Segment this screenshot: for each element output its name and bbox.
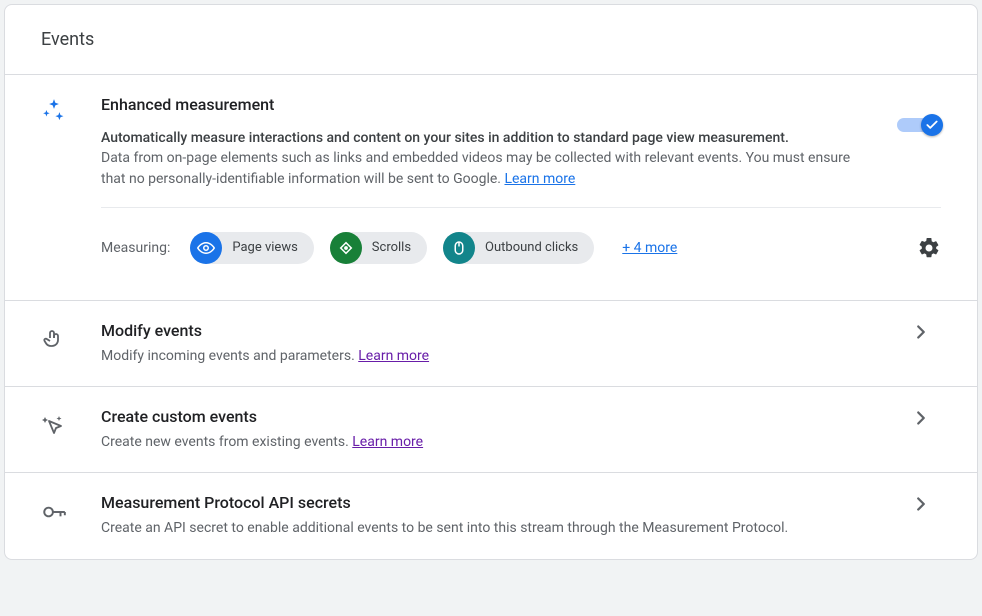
pill-label: Page views — [232, 240, 297, 255]
row-title: Modify events — [101, 321, 901, 340]
touch-icon — [41, 321, 101, 351]
measuring-row: Measuring: Page views Scrolls — [101, 208, 941, 272]
key-icon — [41, 493, 101, 525]
row-desc: Create an API secret to enable additiona… — [101, 518, 901, 538]
enhanced-title: Enhanced measurement — [101, 95, 873, 114]
chevron-right-icon — [901, 493, 941, 515]
settings-button[interactable] — [901, 236, 941, 260]
learn-more-link[interactable]: Learn more — [352, 434, 423, 450]
pill-label: Outbound clicks — [485, 240, 578, 255]
row-title: Measurement Protocol API secrets — [101, 493, 901, 512]
enhanced-desc-rest: Data from on-page elements such as links… — [101, 150, 850, 186]
row-desc: Create new events from existing events. … — [101, 432, 901, 452]
pill-outbound-clicks: Outbound clicks — [443, 232, 594, 264]
spark-cursor-icon — [41, 407, 101, 437]
row-modify-events[interactable]: Modify events Modify incoming events and… — [5, 301, 977, 387]
eye-icon — [190, 232, 222, 264]
learn-more-link[interactable]: Learn more — [358, 348, 429, 364]
enhanced-desc-bold: Automatically measure interactions and c… — [101, 130, 789, 146]
pill-page-views: Page views — [190, 232, 313, 264]
pill-scrolls: Scrolls — [330, 232, 427, 264]
measuring-pills: Page views Scrolls Outbound clicks — [190, 232, 901, 264]
card-title: Events — [41, 29, 941, 50]
enhanced-body: Enhanced measurement Automatically measu… — [101, 95, 941, 272]
card-header: Events — [5, 5, 977, 75]
pill-label: Scrolls — [372, 240, 411, 255]
row-desc: Modify incoming events and parameters. L… — [101, 346, 901, 366]
gear-icon — [917, 236, 941, 260]
diamond-icon — [330, 232, 362, 264]
chevron-right-icon — [901, 321, 941, 343]
measuring-label: Measuring: — [101, 240, 170, 256]
section-enhanced-measurement: Enhanced measurement Automatically measu… — [5, 75, 977, 301]
row-title: Create custom events — [101, 407, 901, 426]
check-icon — [921, 114, 943, 136]
sparkle-icon — [41, 95, 101, 272]
enhanced-toggle[interactable] — [897, 115, 941, 135]
events-card: Events Enhanced measurement Automaticall… — [4, 4, 978, 560]
row-api-secrets[interactable]: Measurement Protocol API secrets Create … — [5, 473, 977, 558]
chevron-right-icon — [901, 407, 941, 429]
mouse-icon — [443, 232, 475, 264]
enhanced-learn-more-link[interactable]: Learn more — [504, 171, 575, 187]
enhanced-description: Automatically measure interactions and c… — [101, 128, 873, 189]
row-create-custom-events[interactable]: Create custom events Create new events f… — [5, 387, 977, 473]
more-measurements-link[interactable]: + 4 more — [622, 240, 677, 256]
